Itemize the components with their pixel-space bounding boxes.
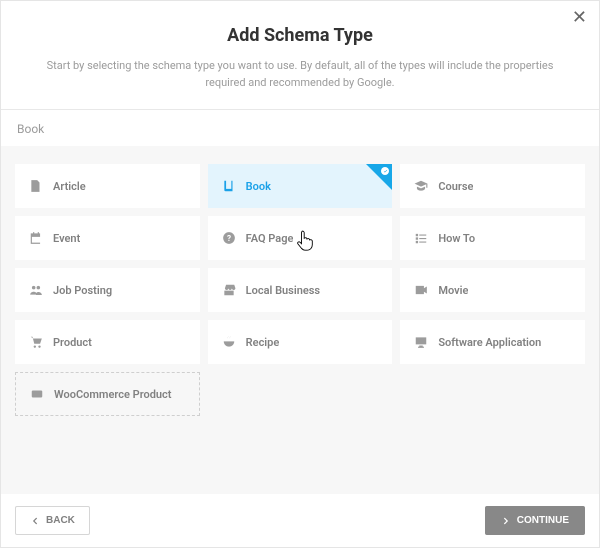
modal-header: Add Schema Type Start by selecting the s… <box>1 1 599 109</box>
bowl-icon <box>222 335 236 349</box>
continue-button-label: CONTINUE <box>517 515 569 526</box>
schema-card-label: WooCommerce Product <box>54 388 172 401</box>
calendar-icon <box>29 231 43 245</box>
modal-footer: BACK CONTINUE <box>1 494 599 547</box>
schema-card-label: Event <box>53 232 80 245</box>
schema-card-software[interactable]: Software Application <box>400 320 585 364</box>
grad-cap-icon <box>414 179 428 193</box>
schema-card-label: Local Business <box>246 284 320 297</box>
schema-filter-input[interactable]: Book <box>1 110 599 146</box>
book-icon <box>222 179 236 193</box>
add-schema-modal: ✕ Add Schema Type Start by selecting the… <box>0 0 600 548</box>
schema-card-faq[interactable]: FAQ Page <box>208 216 393 260</box>
schema-card-recipe[interactable]: Recipe <box>208 320 393 364</box>
schema-card-article[interactable]: Article <box>15 164 200 208</box>
schema-card-course[interactable]: Course <box>400 164 585 208</box>
back-button[interactable]: BACK <box>15 506 90 535</box>
schema-card-woocommerce[interactable]: WooCommerce Product <box>15 372 200 416</box>
video-icon <box>414 283 428 297</box>
schema-card-label: Book <box>246 180 271 193</box>
woo-icon <box>30 387 44 401</box>
schema-card-label: Recipe <box>246 336 280 349</box>
monitor-icon <box>414 335 428 349</box>
schema-card-label: Article <box>53 180 86 193</box>
schema-card-jobposting[interactable]: Job Posting <box>15 268 200 312</box>
schema-card-localbusiness[interactable]: Local Business <box>208 268 393 312</box>
arrow-right-icon <box>501 516 511 526</box>
selected-corner <box>366 164 392 190</box>
schema-card-label: Job Posting <box>53 284 112 297</box>
users-icon <box>29 283 43 297</box>
schema-card-movie[interactable]: Movie <box>400 268 585 312</box>
schema-grid: Article Book Course Event FAQ Page How To Job … <box>15 164 585 416</box>
schema-card-product[interactable]: Product <box>15 320 200 364</box>
schema-card-label: Movie <box>438 284 468 297</box>
list-icon <box>414 231 428 245</box>
schema-grid-container: Article Book Course Event FAQ Page How To Job … <box>1 146 599 494</box>
schema-card-label: Product <box>53 336 92 349</box>
arrow-left-icon <box>30 516 40 526</box>
modal-subtitle: Start by selecting the schema type you w… <box>31 58 569 91</box>
schema-card-label: How To <box>438 232 475 245</box>
modal-title: Add Schema Type <box>31 25 569 46</box>
schema-card-label: Software Application <box>438 336 541 349</box>
file-text-icon <box>29 179 43 193</box>
question-icon <box>222 231 236 245</box>
schema-card-book[interactable]: Book <box>208 164 393 208</box>
cart-icon <box>29 335 43 349</box>
schema-card-label: Course <box>438 180 473 193</box>
close-icon[interactable]: ✕ <box>572 9 587 27</box>
schema-card-event[interactable]: Event <box>15 216 200 260</box>
schema-card-howto[interactable]: How To <box>400 216 585 260</box>
continue-button[interactable]: CONTINUE <box>485 506 585 535</box>
back-button-label: BACK <box>46 515 75 526</box>
store-icon <box>222 283 236 297</box>
schema-card-label: FAQ Page <box>246 232 294 245</box>
